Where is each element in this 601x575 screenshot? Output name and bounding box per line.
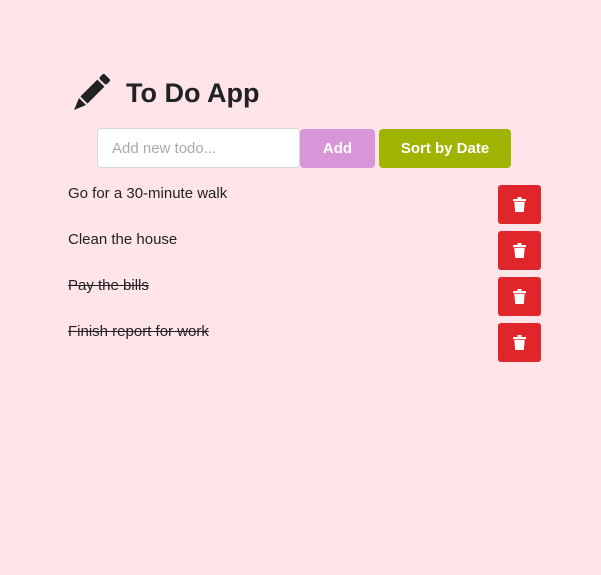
todo-text[interactable]: Go for a 30-minute walk [68, 185, 227, 203]
todo-item: Pay the bills [68, 277, 541, 323]
todo-text[interactable]: Finish report for work [68, 323, 209, 341]
add-button[interactable]: Add [300, 129, 375, 168]
todo-item: Finish report for work [68, 323, 541, 369]
trash-icon [513, 197, 526, 212]
trash-icon [513, 335, 526, 350]
add-todo-form: Add Sort by Date [97, 128, 511, 168]
todo-item: Go for a 30-minute walk [68, 185, 541, 231]
todo-list: Go for a 30-minute walk Clean the house [68, 185, 541, 369]
pencil-icon [70, 72, 112, 114]
delete-todo-button[interactable] [498, 277, 541, 316]
sort-by-date-button[interactable]: Sort by Date [379, 129, 511, 168]
new-todo-input[interactable] [97, 128, 300, 168]
todo-text[interactable]: Pay the bills [68, 277, 149, 295]
page-title: To Do App [126, 77, 260, 108]
delete-todo-button[interactable] [498, 231, 541, 270]
todo-item: Clean the house [68, 231, 541, 277]
todo-text[interactable]: Clean the house [68, 231, 177, 249]
delete-todo-button[interactable] [498, 323, 541, 362]
trash-icon [513, 289, 526, 304]
trash-icon [513, 243, 526, 258]
delete-todo-button[interactable] [498, 185, 541, 224]
app-header: To Do App [70, 72, 259, 114]
